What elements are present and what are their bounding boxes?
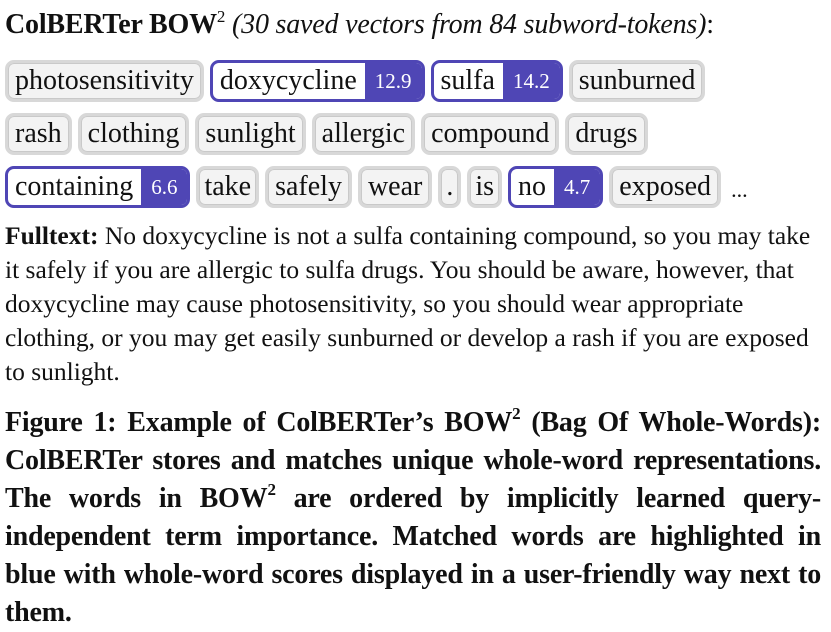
token-word: take — [204, 171, 252, 202]
token-chip: wear — [357, 166, 433, 208]
token-word: exposed — [619, 171, 712, 202]
token-chip: is — [467, 166, 503, 208]
heading-colon: : — [706, 9, 714, 40]
token-row-2: rash clothing sunlight allergic compound… — [5, 108, 821, 160]
token-row-3: containing 6.6 take safely wear . is no 4.… — [5, 161, 821, 213]
token-chip: compound — [421, 113, 560, 155]
token-word: clothing — [87, 118, 180, 149]
token-chip: take — [196, 166, 260, 208]
token-score-badge: 14.2 — [502, 63, 560, 99]
token-word: photosensitivity — [15, 65, 194, 96]
token-chip-matched: no 4.7 — [508, 166, 604, 208]
token-chip: exposed — [609, 166, 722, 208]
token-word: . — [446, 171, 454, 202]
fulltext-body: No doxycycline is not a sulfa containing… — [5, 221, 811, 386]
heading-title: ColBERTer BOW — [5, 9, 217, 40]
token-word: compound — [431, 118, 550, 149]
heading-superscript: 2 — [216, 7, 226, 26]
token-word: allergic — [321, 118, 406, 149]
bow-heading: ColBERTer BOW2 (30 saved vectors from 84… — [5, 8, 821, 54]
caption-superscript-2: 2 — [267, 480, 276, 499]
token-chip: . — [438, 166, 462, 208]
heading-subtitle: (30 saved vectors from 84 subword-tokens… — [232, 9, 707, 40]
token-word: drugs — [575, 118, 638, 149]
token-word: rash — [15, 118, 62, 149]
token-word: containing — [15, 171, 134, 202]
token-word: is — [475, 171, 495, 202]
token-chip: clothing — [77, 113, 190, 155]
token-chip-matched: sulfa 14.2 — [430, 60, 563, 102]
fulltext-label: Fulltext: — [5, 221, 99, 250]
token-word: sunburned — [578, 65, 696, 96]
token-ellipsis: ... — [731, 177, 748, 202]
token-word: safely — [275, 171, 342, 202]
token-word: sulfa — [440, 65, 495, 96]
figure-caption: Figure 1: Example of ColBERTer’s BOW2 (B… — [5, 404, 821, 632]
token-chip: drugs — [565, 113, 648, 155]
token-chip: rash — [5, 113, 72, 155]
token-score-badge: 4.7 — [554, 169, 601, 205]
token-score-badge: 6.6 — [141, 169, 188, 205]
token-chip: safely — [265, 166, 352, 208]
token-chip: sunburned — [568, 60, 706, 102]
token-chip: photosensitivity — [5, 60, 204, 102]
token-score-badge: 12.9 — [364, 63, 422, 99]
token-chip-matched: containing 6.6 — [5, 166, 191, 208]
caption-part-1: Figure 1: Example of ColBERTer’s BOW — [5, 407, 513, 438]
token-chip: allergic — [311, 113, 416, 155]
token-word: sunlight — [205, 118, 296, 149]
figure-page: ColBERTer BOW2 (30 saved vectors from 84… — [0, 0, 831, 630]
token-word: wear — [367, 171, 423, 202]
token-word: doxycycline — [219, 65, 357, 96]
token-chip-matched: doxycycline 12.9 — [209, 60, 425, 102]
fulltext-paragraph: Fulltext: No doxycycline is not a sulfa … — [5, 219, 821, 389]
token-row-1: photosensitivity doxycycline 12.9 sulfa 14… — [5, 55, 821, 107]
token-word: no — [518, 171, 547, 202]
token-chip: sunlight — [195, 113, 306, 155]
